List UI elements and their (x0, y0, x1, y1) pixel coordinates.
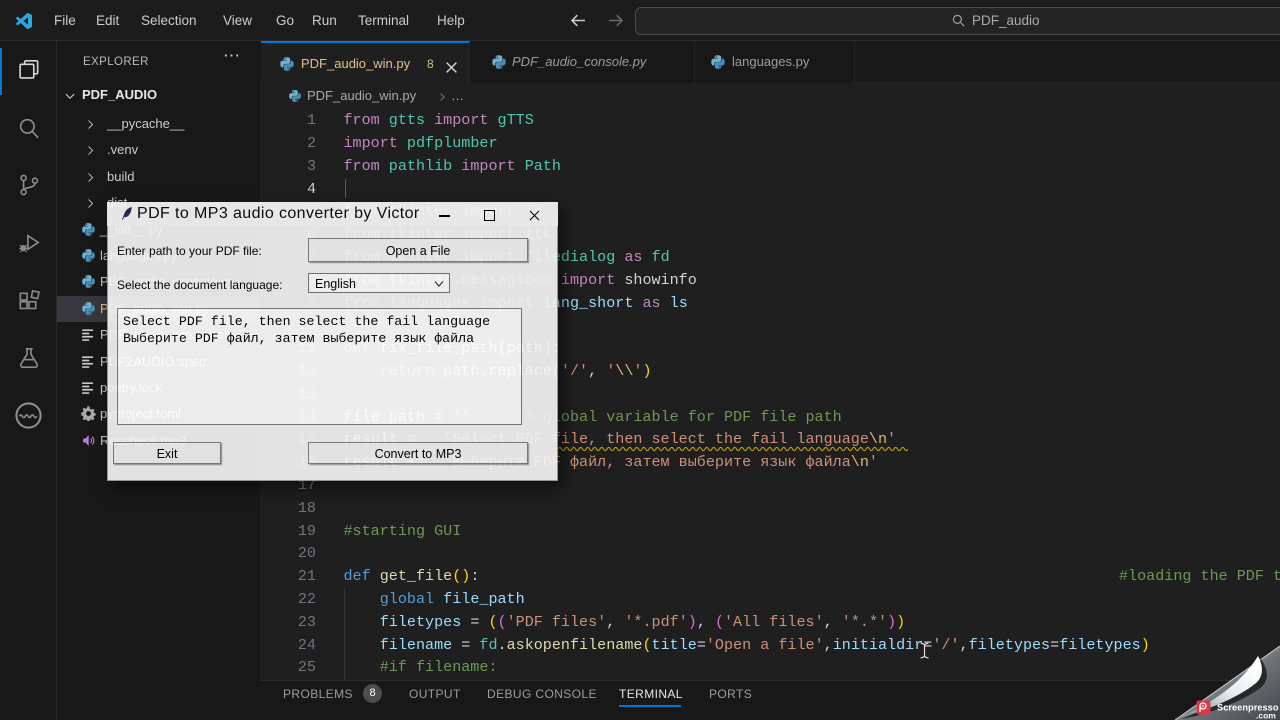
svg-text:.com: .com (1256, 711, 1276, 720)
